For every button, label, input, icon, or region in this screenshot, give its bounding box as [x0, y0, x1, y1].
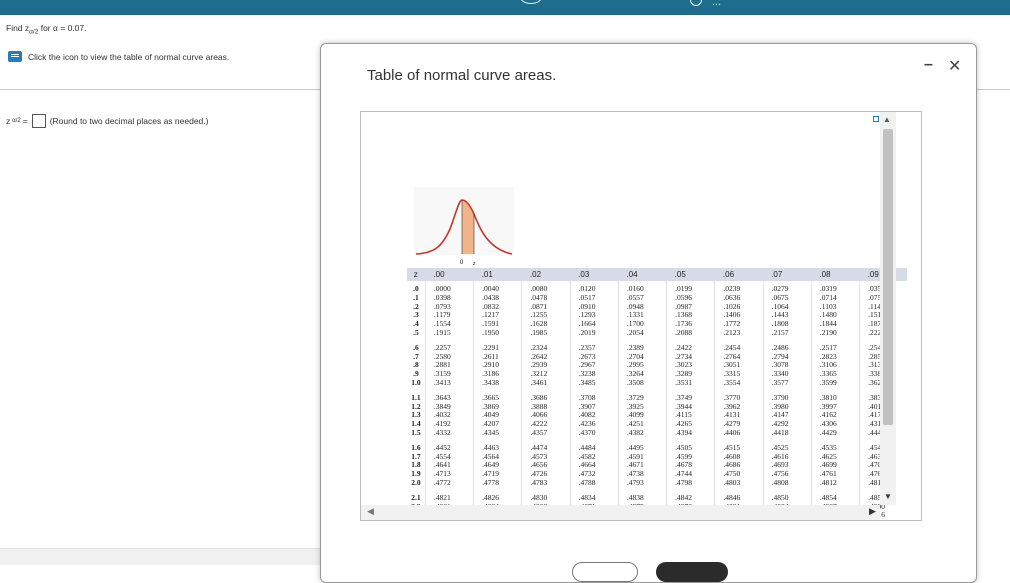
- table-cell: .0199 .0596 .0987 .1368 .1736 .2088: [666, 281, 715, 340]
- table-cell: .4505 .4599 .4678 .4744 .4798: [666, 439, 715, 490]
- scroll-left-icon[interactable]: ◀: [367, 506, 374, 517]
- table-row: 1.6 1.7 1.8 1.9 2.0 .4452 .4554 .4641 .4…: [407, 439, 907, 490]
- table-row: .0 .1 .2 .3 .4 .5 .0000 .0398 .0793 .117…: [407, 281, 907, 340]
- answer-equals: =: [22, 116, 28, 126]
- table-cell: .2422 .2734 .3023 .3289 .3531: [666, 339, 715, 390]
- table-cell: .2486 .2794 .3078 .3340 .3577: [762, 339, 812, 390]
- table-cell: .3749 .3944 .4115 .4265 .4394: [666, 389, 715, 440]
- table-cell: .3643 .3849 .4032 .4192 .4332: [424, 389, 474, 440]
- table-cell: .0239 .0636 .1026 .1406 .1772 .2123: [714, 281, 764, 340]
- scroll-right-icon[interactable]: ▶: [869, 506, 876, 517]
- table-cell: .4474 .4573 .4656 .4726 .4783: [521, 439, 571, 490]
- table-cell: .2324 .2642 .2939 .3212 .3461: [521, 339, 571, 390]
- table-cell: .4525 .4616 .4693 .4756 .4808: [762, 439, 812, 490]
- table-cell: .2517 .2823 .3106 .3365 .3599: [810, 339, 860, 390]
- scroll-down-icon[interactable]: ▼: [884, 492, 892, 501]
- help-row[interactable]: Click the icon to view the table of norm…: [8, 51, 229, 62]
- table-cell: .0160 .0557 .0948 .1331 .1700 .2054: [617, 281, 667, 340]
- curve-label-z: z: [472, 261, 476, 267]
- top-bar: ...: [0, 0, 1010, 15]
- table-cell: .2357 .2673 .2967 .3238 .3485: [569, 339, 619, 390]
- scrollbar-thumb[interactable]: [883, 129, 893, 425]
- table-header: .01: [473, 268, 522, 281]
- z-table: z .00 .01 .02 .03 .04 .05 .06 .07 .08 .0…: [407, 268, 907, 520]
- table-cell: .6 .7 .8 .9 1.0: [411, 342, 421, 387]
- radio-icon: [690, 0, 702, 6]
- table-cell: .2389 .2704 .2995 .3264 .3508: [617, 339, 667, 390]
- answer-row: z α/2 = (Round to two decimal places as n…: [6, 114, 208, 128]
- question-text: Find zα/2 for α = 0.07.: [6, 23, 87, 36]
- table-cell: .4484 .4582 .4664 .4732 .4788: [569, 439, 619, 490]
- close-button[interactable]: ✕: [948, 56, 961, 76]
- table-cell: 1.6 1.7 1.8 1.9 2.0: [411, 442, 421, 487]
- table-cell: .2291 .2611 .2910 .3186 .3438: [473, 339, 522, 390]
- table-cell: .3708 .3907 .4082 .4236 .4370: [569, 389, 619, 440]
- scroll-up-icon[interactable]: ▲: [883, 115, 891, 124]
- footer-strip: [0, 548, 320, 565]
- normal-curve-figure: 0 z: [414, 187, 514, 267]
- table-cell: .4515 .4608 .4686 .4750 .4803: [714, 439, 764, 490]
- table-cell: .0279 .0675 .1064 .1443 .1808 .2157: [762, 281, 812, 340]
- answer-input[interactable]: [31, 114, 46, 128]
- table-header: .00: [425, 268, 474, 281]
- dialog-title: Table of normal curve areas.: [367, 67, 557, 84]
- table-cell: .4535 .4625 .4699 .4761 .4812: [810, 439, 860, 490]
- table-panel: 0 z z .00 .01 .02 .03 .04 .05 .06 .07 .0…: [360, 111, 922, 521]
- topbar-text: ...: [712, 0, 722, 8]
- book-icon[interactable]: [8, 51, 22, 62]
- table-cell: .3665 .3869 .4049 .4207 .4345: [473, 389, 522, 440]
- answer-hint: (Round to two decimal places as needed.): [49, 116, 209, 126]
- table-cell: .3686 .3888 .4066 .4222 .4357: [521, 389, 571, 440]
- table-cell: 1.1 1.2 1.3 1.4 1.5: [411, 392, 421, 437]
- expand-icon[interactable]: [873, 116, 879, 122]
- table-header: .04: [618, 268, 667, 281]
- table-header: .07: [763, 268, 812, 281]
- table-cell: .2454 .2764 .3051 .3315 .3554: [714, 339, 764, 390]
- done-button[interactable]: [656, 562, 728, 582]
- minimize-button[interactable]: –: [924, 56, 933, 74]
- table-header: .03: [570, 268, 619, 281]
- print-button[interactable]: [572, 562, 638, 582]
- table-cell: .0040 .0438 .0832 .1217 .1591 .1950: [473, 281, 522, 340]
- table-header: z: [407, 268, 426, 281]
- table-cell: .3770 .3962 .4131 .4279 .4406: [714, 389, 764, 440]
- question-subscript: α/2: [29, 28, 39, 36]
- table-cell: .3810 .3997 .4162 .4306 .4429: [810, 389, 860, 440]
- table-cell: .0319 .0714 .1103 .1480 .1844 .2190: [810, 281, 860, 340]
- table-cell: .2257 .2580 .2881 .3159 .3413: [424, 339, 474, 390]
- normal-table-dialog: Table of normal curve areas. – ✕ 0 z z .…: [320, 43, 977, 583]
- help-text: Click the icon to view the table of norm…: [28, 51, 230, 62]
- vertical-scrollbar[interactable]: ▲ ▼: [880, 112, 896, 505]
- table-header: .06: [714, 268, 764, 281]
- table-cell: .0 .1 .2 .3 .4 .5: [413, 284, 419, 337]
- table-cell: .3729 .3925 .4099 .4251 .4382: [617, 389, 667, 440]
- table-cell: .4452 .4554 .4641 .4713 .4772: [424, 439, 474, 490]
- table-cell: .3790 .3980 .4147 .4292 .4418: [762, 389, 812, 440]
- answer-z-label: z: [6, 116, 11, 126]
- circle-icon: [520, 0, 542, 4]
- question-suffix: for α = 0.07.: [38, 23, 87, 33]
- table-cell: .4463 .4564 .4649 .4719 .4778: [473, 439, 522, 490]
- table-cell: .0080 .0478 .0871 .1255 .1628 .1985: [521, 281, 571, 340]
- table-header: .05: [666, 268, 715, 281]
- horizontal-scrollbar[interactable]: ◀ ▶: [361, 505, 880, 520]
- table-cell: .4495 .4591 .4671 .4738 .4793: [617, 439, 667, 490]
- table-header: .02: [521, 268, 571, 281]
- curve-label-zero: 0: [460, 260, 464, 266]
- table-header-row: z .00 .01 .02 .03 .04 .05 .06 .07 .08 .0…: [407, 268, 907, 281]
- table-header: .08: [811, 268, 860, 281]
- question-prefix: Find z: [6, 23, 30, 33]
- answer-subscript: α/2: [12, 118, 21, 124]
- divider: [977, 89, 1010, 90]
- table-cell: .0120 .0517 .0910 .1293 .1664 .2019: [569, 281, 619, 340]
- divider: [0, 89, 320, 90]
- table-row: 1.1 1.2 1.3 1.4 1.5 .3643 .3849 .4032 .4…: [407, 389, 907, 440]
- table-row: .6 .7 .8 .9 1.0 .2257 .2580 .2881 .3159 …: [407, 339, 907, 390]
- table-cell: .0000 .0398 .0793 .1179 .1554 .1915: [424, 281, 474, 340]
